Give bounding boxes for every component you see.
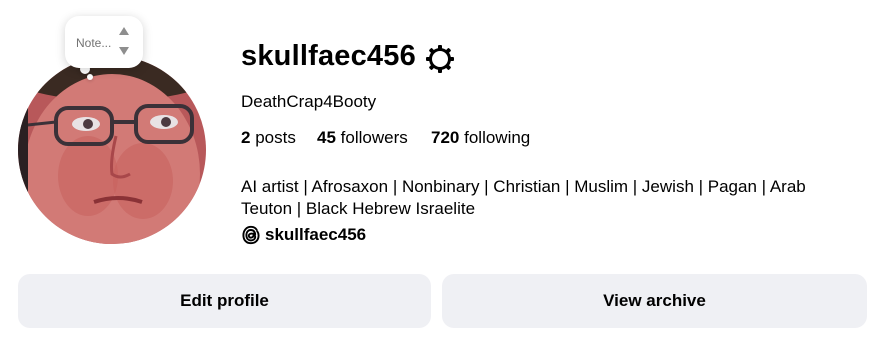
view-archive-button[interactable]: View archive: [442, 274, 867, 328]
edit-profile-button[interactable]: Edit profile: [18, 274, 431, 328]
profile-bio: AI artist | Afrosaxon | Nonbinary | Chri…: [241, 176, 831, 220]
note-bubble-tail-small: [87, 74, 93, 80]
bio-line: AI artist | Afrosaxon | Nonbinary | Chri…: [241, 177, 806, 196]
following-label: following: [464, 128, 531, 147]
posts-label: posts: [255, 128, 296, 147]
avatar-photo: [18, 56, 206, 244]
following-count: 720: [431, 128, 460, 147]
followers-count: 45: [317, 128, 336, 147]
threads-icon: [242, 225, 260, 245]
note-bubble[interactable]: Note...: [65, 16, 143, 68]
posts-count: 2: [241, 128, 251, 147]
profile-display-name: DeathCrap4Booty: [241, 92, 377, 111]
posts-stat[interactable]: 2 posts: [241, 128, 296, 148]
followers-stat[interactable]: 45 followers: [317, 128, 408, 148]
threads-link[interactable]: skullfaec456: [241, 224, 366, 246]
profile-username: skullfaec456: [241, 40, 416, 72]
threads-handle: skullfaec456: [265, 225, 367, 244]
following-stat[interactable]: 720 following: [431, 128, 530, 148]
note-placeholder: Note...: [76, 36, 112, 50]
bio-line: Teuton | Black Hebrew Israelite: [241, 199, 476, 218]
followers-label: followers: [340, 128, 408, 147]
up-down-arrows-icon: [119, 27, 129, 55]
profile-avatar[interactable]: [18, 56, 206, 244]
gear-icon[interactable]: [425, 44, 455, 74]
